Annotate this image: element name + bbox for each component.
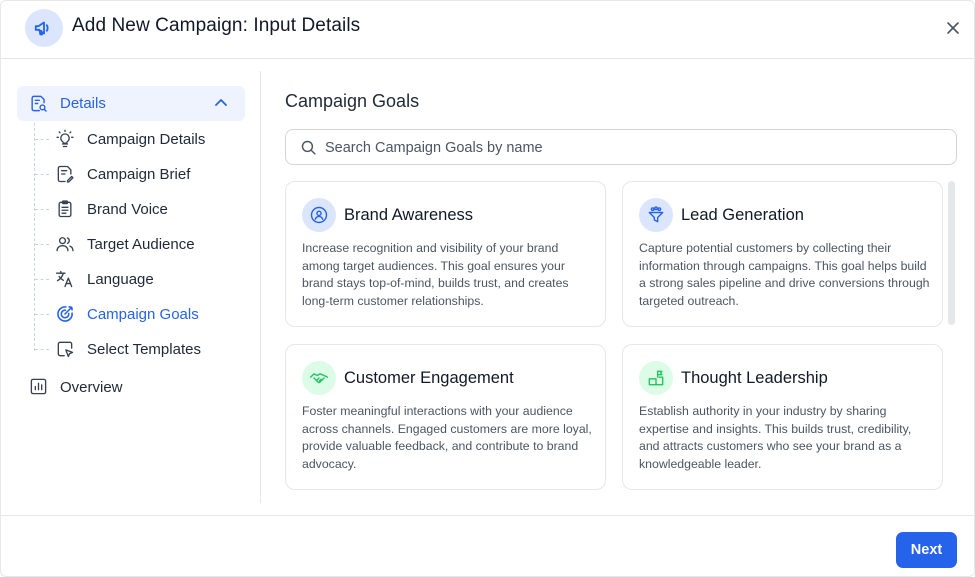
goal-card-customer-engagement[interactable]: Customer Engagement Foster meaningful in…	[285, 344, 606, 490]
template-cursor-icon	[55, 339, 75, 359]
search-placeholder: Search Campaign Goals by name	[325, 140, 543, 156]
sidebar-item-campaign-brief[interactable]: Campaign Brief	[35, 159, 245, 189]
search-icon	[300, 139, 317, 161]
sidebar-item-details[interactable]: Details	[17, 86, 245, 121]
sidebar-item-label: Language	[87, 271, 154, 288]
podium-icon	[639, 361, 673, 395]
modal-footer: Next	[1, 515, 974, 576]
page-title: Campaign Goals	[285, 91, 420, 111]
modal-header: Add New Campaign: Input Details	[1, 1, 974, 59]
document-search-icon	[29, 94, 48, 118]
sidebar-item-campaign-details[interactable]: Campaign Details	[35, 124, 245, 154]
bar-chart-icon	[29, 377, 48, 401]
funnel-icon	[639, 198, 673, 232]
card-description: Capture potential customers by collectin…	[639, 241, 930, 308]
card-title: Lead Generation	[681, 206, 804, 224]
goal-card-brand-awareness[interactable]: Brand Awareness Increase recognition and…	[285, 181, 606, 327]
main-content: Campaign Goals Search Campaign Goals by …	[262, 71, 974, 503]
sidebar-item-label: Campaign Brief	[87, 166, 191, 183]
search-input[interactable]: Search Campaign Goals by name	[285, 129, 957, 165]
goal-card-thought-leadership[interactable]: Thought Leadership Establish authority i…	[622, 344, 943, 490]
target-icon	[55, 304, 75, 324]
add-campaign-modal: Add New Campaign: Input Details Details	[0, 0, 975, 577]
sidebar-item-label: Details	[60, 95, 106, 112]
handshake-icon	[302, 361, 336, 395]
card-title: Brand Awareness	[344, 206, 474, 224]
document-edit-icon	[55, 164, 75, 184]
card-title: Thought Leadership	[681, 369, 828, 387]
sidebar-item-brand-voice[interactable]: Brand Voice	[35, 194, 245, 224]
sidebar-item-target-audience[interactable]: Target Audience	[35, 229, 245, 259]
users-icon	[55, 234, 75, 254]
sidebar-item-language[interactable]: Language	[35, 264, 245, 294]
sidebar-item-campaign-goals[interactable]: Campaign Goals	[35, 299, 245, 329]
sidebar-item-overview[interactable]: Overview	[17, 371, 245, 403]
awareness-icon	[302, 198, 336, 232]
sidebar-item-select-templates[interactable]: Select Templates	[35, 334, 245, 364]
card-title: Customer Engagement	[344, 369, 514, 387]
next-button[interactable]: Next	[896, 532, 957, 568]
scrollbar-thumb[interactable]	[948, 181, 955, 325]
goal-card-lead-generation[interactable]: Lead Generation Capture potential custom…	[622, 181, 943, 327]
card-description: Increase recognition and visibility of y…	[302, 241, 569, 308]
sidebar: Details Campaign Details Campaign Brief …	[1, 71, 261, 503]
lightbulb-icon	[55, 129, 75, 149]
megaphone-icon	[25, 9, 63, 47]
sidebar-item-label: Target Audience	[87, 236, 195, 253]
clipboard-icon	[55, 199, 75, 219]
card-description: Establish authority in your industry by …	[639, 404, 912, 471]
sidebar-item-label: Campaign Goals	[87, 306, 199, 323]
chevron-up-icon[interactable]	[213, 95, 229, 116]
close-icon[interactable]	[942, 17, 964, 39]
sidebar-item-label: Overview	[60, 379, 123, 396]
modal-title: Add New Campaign: Input Details	[72, 15, 361, 36]
sidebar-item-label: Brand Voice	[87, 201, 168, 218]
sidebar-item-label: Select Templates	[87, 341, 201, 358]
card-description: Foster meaningful interactions with your…	[302, 404, 592, 471]
sidebar-item-label: Campaign Details	[87, 131, 206, 148]
translate-icon	[55, 269, 75, 289]
